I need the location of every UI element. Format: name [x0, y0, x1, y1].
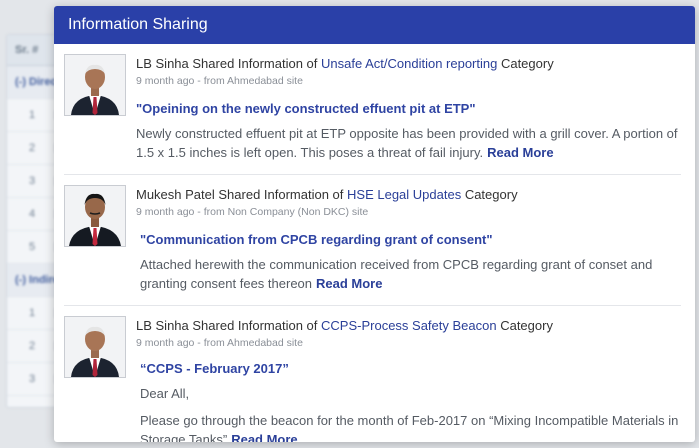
read-more-link[interactable]: Read More: [231, 432, 297, 442]
author-name: Mukesh Patel: [136, 187, 215, 202]
description-text: Newly constructed effuent pit at ETP opp…: [136, 126, 678, 160]
list-item: Mukesh Patel Shared Information of HSE L…: [64, 175, 681, 306]
info-list: LB Sinha Shared Information of Unsafe Ac…: [54, 44, 695, 442]
sr-number-header: Sr. #: [15, 44, 39, 56]
post-title[interactable]: "Communication from CPCB regarding grant…: [140, 232, 681, 247]
row-number: 3: [28, 373, 36, 385]
shared-text: Shared Information of: [214, 187, 348, 202]
post-greeting: Dear All,: [140, 386, 190, 401]
post-meta: 9 month ago - from Ahmedabad site: [136, 337, 303, 349]
avatar[interactable]: [64, 185, 126, 247]
share-line: LB Sinha Shared Information of CCPS-Proc…: [136, 318, 681, 334]
read-more-link[interactable]: Read More: [487, 145, 553, 160]
description-text: Please go through the beacon for the mon…: [140, 413, 679, 442]
avatar[interactable]: [64, 316, 126, 378]
post-meta: 9 month ago - from Non Company (Non DKC)…: [136, 206, 369, 218]
category-suffix: Category: [496, 318, 553, 333]
category-suffix: Category: [497, 56, 554, 71]
information-sharing-panel: Information Sharing LB Sinha Shared Info…: [54, 6, 695, 442]
post-meta: 9 month ago - from Ahmedabad site: [136, 75, 303, 87]
category-suffix: Category: [461, 187, 518, 202]
category-link[interactable]: HSE Legal Updates: [347, 187, 461, 202]
post-description: Attached herewith the communication rece…: [140, 255, 681, 293]
category-link[interactable]: CCPS-Process Safety Beacon: [321, 318, 497, 333]
row-number: 5: [28, 241, 36, 253]
share-line: Mukesh Patel Shared Information of HSE L…: [136, 187, 681, 203]
post-description: Please go through the beacon for the mon…: [140, 411, 681, 442]
shared-text: Shared Information of: [188, 318, 322, 333]
read-more-link[interactable]: Read More: [316, 276, 382, 291]
post-description: Newly constructed effuent pit at ETP opp…: [136, 124, 681, 162]
panel-header: Information Sharing: [54, 6, 695, 44]
row-number: 4: [28, 208, 36, 220]
row-number: 2: [28, 340, 36, 352]
description-text: Attached herewith the communication rece…: [140, 257, 653, 291]
post-title[interactable]: "Opeining on the newly constructed effue…: [136, 101, 681, 116]
row-number: 2: [28, 142, 36, 154]
author-name: LB Sinha: [136, 56, 189, 71]
panel-title: Information Sharing: [68, 16, 208, 33]
category-link[interactable]: Unsafe Act/Condition reporting: [321, 56, 497, 71]
group-label: (-) Direct: [15, 76, 61, 88]
row-number: 3: [28, 175, 36, 187]
list-item: LB Sinha Shared Information of CCPS-Proc…: [64, 306, 681, 442]
author-name: LB Sinha: [136, 318, 189, 333]
row-number: 1: [28, 109, 36, 121]
post-title[interactable]: “CCPS - February 2017”: [140, 361, 681, 376]
list-item: LB Sinha Shared Information of Unsafe Ac…: [64, 44, 681, 175]
shared-text: Shared Information of: [188, 56, 322, 71]
avatar[interactable]: [64, 54, 126, 116]
row-number: 1: [28, 307, 36, 319]
share-line: LB Sinha Shared Information of Unsafe Ac…: [136, 56, 681, 72]
